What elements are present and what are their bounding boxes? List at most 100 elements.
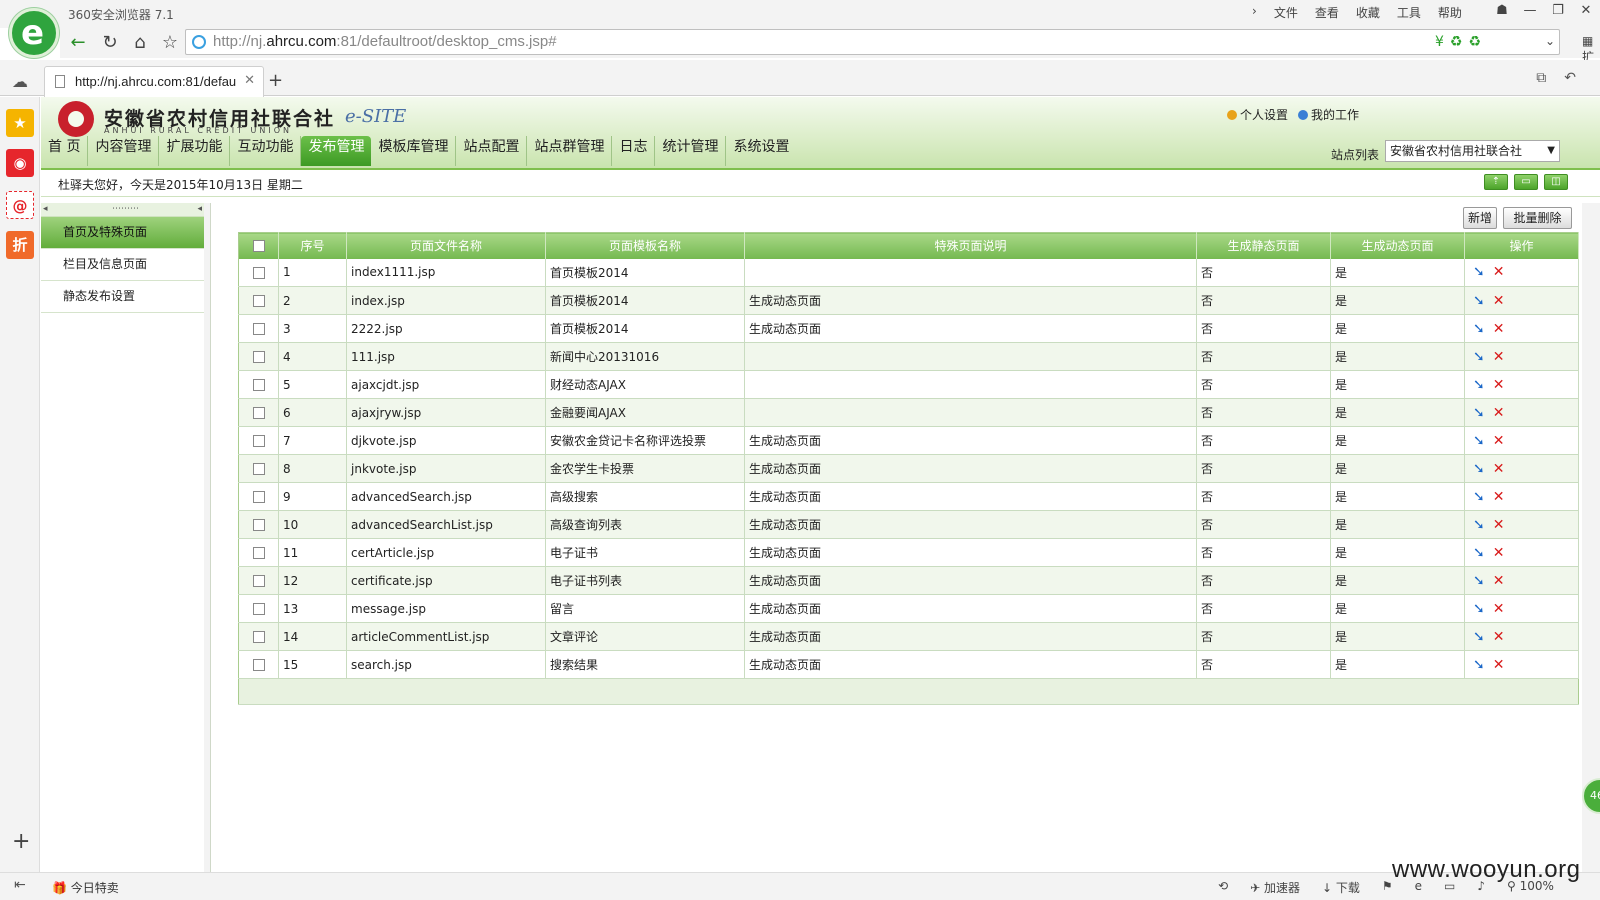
address-dropdown-icon[interactable]: ⌄ bbox=[1545, 34, 1555, 48]
speed-icon[interactable]: ⟲ bbox=[1218, 879, 1228, 896]
edit-arrow-icon[interactable]: ➘ bbox=[1473, 349, 1485, 365]
delete-x-icon[interactable]: ✕ bbox=[1493, 657, 1505, 673]
edit-arrow-icon[interactable]: ➘ bbox=[1473, 573, 1485, 589]
edit-arrow-icon[interactable]: ➘ bbox=[1473, 405, 1485, 421]
menu-help[interactable]: 帮助 bbox=[1438, 4, 1462, 21]
collapse-arrow-icon[interactable]: ◂ bbox=[197, 203, 202, 215]
delete-x-icon[interactable]: ✕ bbox=[1493, 433, 1505, 449]
row-checkbox[interactable] bbox=[252, 351, 265, 363]
edit-arrow-icon[interactable]: ➘ bbox=[1473, 377, 1485, 393]
edit-arrow-icon[interactable]: ➘ bbox=[1473, 264, 1485, 280]
row-checkbox[interactable] bbox=[252, 491, 265, 503]
nav-publish[interactable]: 发布管理 bbox=[301, 136, 372, 166]
nav-home[interactable]: 首 页 bbox=[41, 136, 89, 166]
nav-statistics[interactable]: 统计管理 bbox=[655, 136, 727, 166]
row-checkbox[interactable] bbox=[252, 435, 265, 447]
browser-logo-icon[interactable]: e bbox=[9, 8, 59, 58]
personal-settings-link[interactable]: 个人设置 bbox=[1227, 106, 1288, 123]
menu-view[interactable]: 查看 bbox=[1315, 4, 1339, 21]
edit-arrow-icon[interactable]: ➘ bbox=[1473, 489, 1485, 505]
address-bar[interactable]: http://nj.ahrcu.com:81/defaultroot/deskt… bbox=[185, 29, 1560, 55]
delete-x-icon[interactable]: ✕ bbox=[1493, 377, 1505, 393]
discount-icon[interactable]: 折 bbox=[6, 231, 34, 259]
site-select[interactable]: 安徽省农村信用社联合社 ▼ bbox=[1385, 140, 1560, 162]
minimize-button[interactable]: — bbox=[1516, 0, 1544, 22]
row-checkbox[interactable] bbox=[252, 407, 265, 419]
undo-close-icon[interactable]: ↶ bbox=[1564, 70, 1576, 86]
refresh-icon[interactable]: ↻ bbox=[98, 32, 122, 54]
row-checkbox[interactable] bbox=[252, 463, 265, 475]
tab-current[interactable]: http://nj.ahrcu.com:81/defau ✕ bbox=[44, 66, 264, 97]
row-checkbox[interactable] bbox=[252, 379, 265, 391]
accelerator-button[interactable]: ✈ 加速器 bbox=[1250, 879, 1300, 896]
row-checkbox[interactable] bbox=[252, 631, 265, 643]
new-tab-button[interactable]: + bbox=[268, 70, 283, 91]
skin-icon[interactable]: ☗ bbox=[1488, 0, 1516, 22]
add-sidebar-icon[interactable]: + bbox=[12, 829, 30, 854]
menu-favorites[interactable]: 收藏 bbox=[1356, 4, 1380, 21]
address-url[interactable]: http://nj.ahrcu.com:81/defaultroot/deskt… bbox=[213, 33, 557, 50]
delete-x-icon[interactable]: ✕ bbox=[1493, 601, 1505, 617]
my-work-link[interactable]: 我的工作 bbox=[1298, 106, 1359, 123]
sync-icon[interactable]: ♻ bbox=[1450, 34, 1463, 50]
delete-x-icon[interactable]: ✕ bbox=[1493, 545, 1505, 561]
home-icon[interactable]: ⌂ bbox=[128, 32, 152, 54]
row-checkbox[interactable] bbox=[252, 603, 265, 615]
daily-deal-link[interactable]: 🎁 今日特卖 bbox=[52, 879, 119, 896]
delete-x-icon[interactable]: ✕ bbox=[1493, 629, 1505, 645]
left-arrow-icon[interactable]: ◂ bbox=[43, 203, 48, 215]
row-checkbox[interactable] bbox=[252, 323, 265, 335]
menu-chevron-icon[interactable]: › bbox=[1252, 4, 1257, 21]
favorites-star-icon[interactable]: ★ bbox=[6, 109, 34, 137]
delete-x-icon[interactable]: ✕ bbox=[1493, 264, 1505, 280]
tree-item-column-info[interactable]: 栏目及信息页面 bbox=[41, 249, 210, 281]
favorite-star-icon[interactable]: ☆ bbox=[158, 32, 182, 54]
sidebar-toggle-icon[interactable]: ⇤ bbox=[14, 877, 26, 893]
edit-arrow-icon[interactable]: ➘ bbox=[1473, 545, 1485, 561]
menu-tools[interactable]: 工具 bbox=[1397, 4, 1421, 21]
tree-item-home-special[interactable]: 首页及特殊页面 bbox=[41, 217, 210, 249]
header-select-all[interactable] bbox=[238, 232, 279, 259]
cloud-icon[interactable]: ☁ bbox=[12, 72, 28, 91]
split-icon[interactable]: ◫ bbox=[1544, 174, 1568, 190]
menu-file[interactable]: 文件 bbox=[1274, 4, 1298, 21]
content-scrollbar[interactable] bbox=[1582, 203, 1600, 872]
delete-x-icon[interactable]: ✕ bbox=[1493, 461, 1505, 477]
grip-icon[interactable]: ⋯⋯⋯ bbox=[112, 204, 139, 214]
row-checkbox[interactable] bbox=[252, 547, 265, 559]
tree-item-static-publish[interactable]: 静态发布设置 bbox=[41, 281, 210, 313]
row-checkbox[interactable] bbox=[252, 575, 265, 587]
select-all-checkbox[interactable] bbox=[252, 240, 265, 253]
nav-template-library[interactable]: 模板库管理 bbox=[371, 136, 457, 166]
edit-arrow-icon[interactable]: ➘ bbox=[1473, 629, 1485, 645]
collapse-up-icon[interactable]: ⇡ bbox=[1484, 174, 1508, 190]
delete-x-icon[interactable]: ✕ bbox=[1493, 405, 1505, 421]
nav-site-config[interactable]: 站点配置 bbox=[456, 136, 528, 166]
download-button[interactable]: ↓ 下载 bbox=[1322, 879, 1360, 896]
left-panel-scrollbar[interactable] bbox=[204, 203, 210, 872]
edit-arrow-icon[interactable]: ➘ bbox=[1473, 293, 1485, 309]
tab-list-icon[interactable]: ⧉ bbox=[1536, 70, 1546, 86]
edit-arrow-icon[interactable]: ➘ bbox=[1473, 461, 1485, 477]
row-checkbox[interactable] bbox=[252, 519, 265, 531]
edit-arrow-icon[interactable]: ➘ bbox=[1473, 657, 1485, 673]
weibo-icon[interactable]: ◉ bbox=[6, 149, 34, 177]
yen-icon[interactable]: ¥ bbox=[1435, 34, 1444, 50]
add-button[interactable]: 新增 bbox=[1463, 207, 1497, 229]
delete-x-icon[interactable]: ✕ bbox=[1493, 349, 1505, 365]
restore-icon[interactable]: ▭ bbox=[1514, 174, 1538, 190]
leaf-icon[interactable]: ♻ bbox=[1468, 34, 1481, 50]
row-checkbox[interactable] bbox=[252, 659, 265, 671]
edit-arrow-icon[interactable]: ➘ bbox=[1473, 601, 1485, 617]
delete-x-icon[interactable]: ✕ bbox=[1493, 293, 1505, 309]
tab-close-icon[interactable]: ✕ bbox=[244, 73, 255, 88]
batch-delete-button[interactable]: 批量删除 bbox=[1503, 207, 1572, 229]
delete-x-icon[interactable]: ✕ bbox=[1493, 321, 1505, 337]
row-checkbox[interactable] bbox=[252, 266, 265, 279]
nav-log[interactable]: 日志 bbox=[612, 136, 656, 166]
nav-system[interactable]: 系统设置 bbox=[726, 136, 796, 166]
maximize-button[interactable]: ❐ bbox=[1544, 0, 1572, 22]
row-checkbox[interactable] bbox=[252, 295, 265, 307]
back-icon[interactable]: ← bbox=[66, 32, 90, 54]
delete-x-icon[interactable]: ✕ bbox=[1493, 517, 1505, 533]
